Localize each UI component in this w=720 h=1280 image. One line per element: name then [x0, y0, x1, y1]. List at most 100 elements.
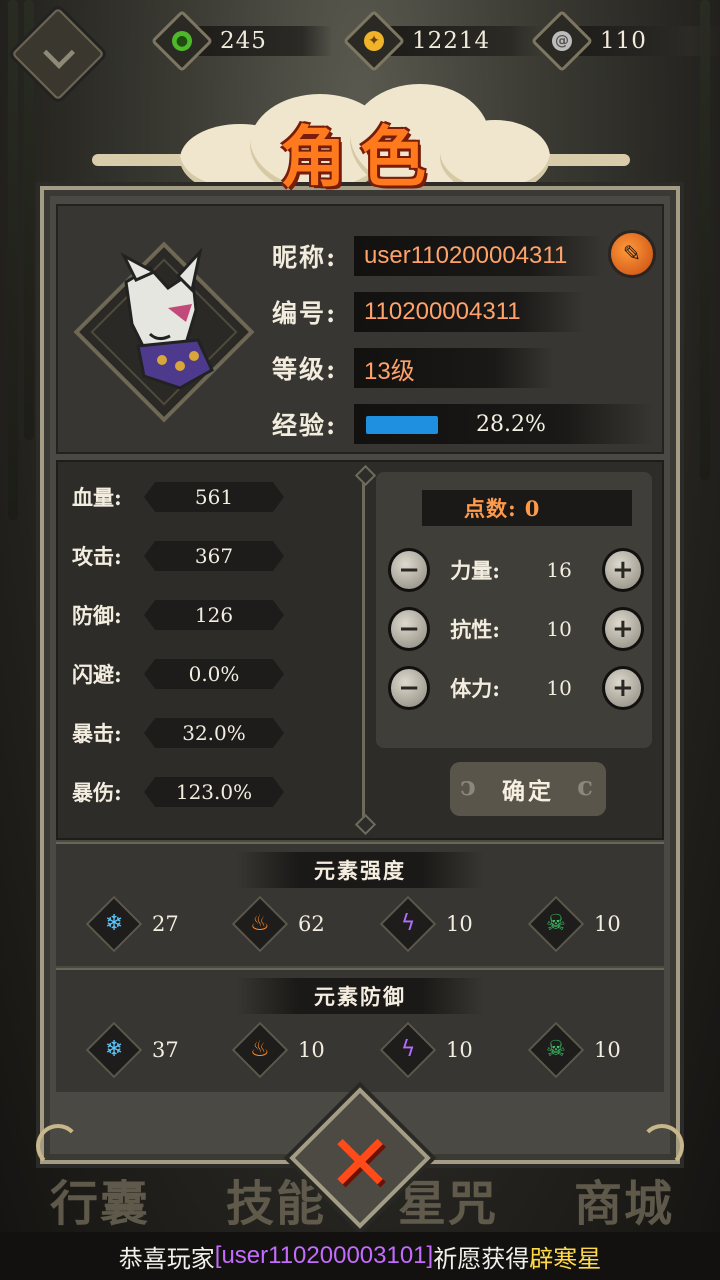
close-icon: ✕ [327, 1119, 393, 1209]
page-title: 角色 [280, 118, 440, 196]
attribute-name: 抗性: [450, 617, 501, 642]
ice-icon: ❄ [85, 895, 143, 953]
id-value: 110200004311 [354, 292, 584, 332]
ice-icon: ❄ [85, 1021, 143, 1079]
stat-row: 攻击: 367 [72, 541, 284, 571]
confirm-button[interactable]: 确定 [450, 762, 606, 816]
announcement-middle: 祈愿获得 [433, 1245, 530, 1273]
exp-label: 经验: [272, 411, 338, 440]
element-value: 10 [594, 1038, 621, 1062]
silver-counter: @ 110 [530, 9, 720, 73]
increase-button[interactable]: + [601, 666, 644, 710]
element-value: 27 [152, 912, 179, 936]
announcement-prefix: 恭喜玩家 [118, 1245, 215, 1273]
announcement-bar: 恭喜玩家 [user110200003101] 祈愿获得 辟寒星 [0, 1232, 720, 1280]
stats-section: 血量: 561 攻击: 367 防御: 126 闪避: 0.0% 暴击: 32.… [56, 460, 664, 840]
element-value: 37 [152, 1038, 179, 1062]
decrease-button[interactable]: − [388, 666, 431, 710]
element-value: 10 [446, 1038, 473, 1062]
stat-label: 血量: [72, 485, 122, 510]
character-panel: 昵称: user110200004311 ✎ 编号: 110200004311 … [36, 186, 684, 1168]
points-value: 0 [524, 495, 541, 521]
plus-icon: + [611, 673, 634, 703]
element-item: ♨ 10 [231, 1021, 325, 1079]
coin-value: 12214 [412, 28, 491, 54]
attribute-value: 16 [546, 558, 572, 582]
element-item: ❄ 37 [85, 1021, 179, 1079]
jade-counter: ● 245 [150, 9, 332, 73]
chevron-down-icon [43, 37, 75, 69]
silver-swirl-icon: @ [530, 9, 594, 73]
avatar [120, 246, 214, 390]
lightning-icon: ϟ [379, 895, 437, 953]
announcement-item: 辟寒星 [529, 1245, 602, 1273]
stat-row: 暴伤: 123.0% [72, 777, 284, 807]
stat-value: 367 [144, 541, 284, 571]
points-label: 点数: [464, 496, 517, 521]
fire-icon: ♨ [231, 1021, 289, 1079]
exp-bar-fill [366, 416, 438, 434]
exp-bar-track: 28.2% [354, 404, 654, 444]
element-strength-title: 元素强度 [236, 852, 484, 888]
decrease-button[interactable]: − [388, 548, 431, 592]
confirm-label: 确定 [502, 778, 554, 805]
points-header: 点数: 0 [422, 490, 632, 526]
stat-label: 攻击: [72, 544, 122, 569]
stat-row: 暴击: 32.0% [72, 718, 284, 748]
level-label: 等级: [272, 355, 338, 384]
increase-button[interactable]: + [601, 548, 644, 592]
exp-row: 经验: 28.2% [272, 404, 654, 444]
nav-shop[interactable]: 商城 [574, 1164, 674, 1234]
announcement-user: [user110200003101] [214, 1242, 434, 1269]
exp-percent: 28.2% [476, 411, 546, 437]
element-value: 10 [446, 912, 473, 936]
element-item: ϟ 10 [379, 1021, 473, 1079]
close-button[interactable]: ✕ [318, 1119, 402, 1209]
element-item: ϟ 10 [379, 895, 473, 953]
id-row: 编号: 110200004311 [272, 292, 584, 332]
element-item: ❄ 27 [85, 895, 179, 953]
element-item: ☠ 10 [527, 895, 621, 953]
profile-section: 昵称: user110200004311 ✎ 编号: 110200004311 … [56, 204, 664, 454]
gold-coin-icon: ✦ [342, 9, 406, 73]
stat-label: 防御: [72, 603, 122, 628]
level-value: 13级 [354, 348, 554, 388]
nav-bag[interactable]: 行囊 [50, 1164, 150, 1234]
plus-icon: + [611, 614, 634, 644]
element-item: ♨ 62 [231, 895, 325, 953]
decrease-button[interactable]: − [388, 607, 431, 651]
increase-button[interactable]: + [601, 607, 644, 651]
resource-bar: ● 245 ✦ 12214 @ 110 [0, 0, 720, 101]
stat-label: 暴伤: [72, 780, 122, 805]
lightning-icon: ϟ [379, 1021, 437, 1079]
attribute-value: 10 [546, 617, 572, 641]
id-label: 编号: [272, 299, 338, 328]
element-value: 62 [298, 912, 325, 936]
minus-icon: − [398, 555, 421, 585]
edit-name-button[interactable]: ✎ [608, 230, 656, 278]
jade-value: 245 [220, 28, 267, 54]
nickname-row: 昵称: user110200004311 [272, 236, 604, 276]
coin-counter: ✦ 12214 [342, 9, 544, 73]
attribute-row: − 抗性: 10 + [388, 605, 644, 653]
element-strength-section: 元素强度 ❄ 27 ♨ 62 ϟ 10 ☠ 10 [56, 842, 664, 966]
stat-value: 123.0% [144, 777, 284, 807]
stat-row: 防御: 126 [72, 600, 284, 630]
poison-skull-icon: ☠ [527, 895, 585, 953]
stat-value: 0.0% [144, 659, 284, 689]
attribute-name: 体力: [450, 676, 501, 701]
stat-value: 32.0% [144, 718, 284, 748]
attribute-row: − 体力: 10 + [388, 664, 644, 712]
stat-value: 561 [144, 482, 284, 512]
title-banner: 角色 [92, 84, 630, 196]
poison-skull-icon: ☠ [527, 1021, 585, 1079]
brush-icon: ✎ [622, 241, 642, 267]
stat-row: 血量: 561 [72, 482, 284, 512]
stat-row: 闪避: 0.0% [72, 659, 284, 689]
attribute-row: − 力量: 16 + [388, 546, 644, 594]
green-jade-icon: ● [150, 9, 214, 73]
nickname-value: user110200004311 [354, 236, 604, 276]
attribute-name: 力量: [450, 558, 501, 583]
stat-label: 闪避: [72, 662, 122, 687]
stats-scrollbar[interactable] [362, 472, 365, 828]
